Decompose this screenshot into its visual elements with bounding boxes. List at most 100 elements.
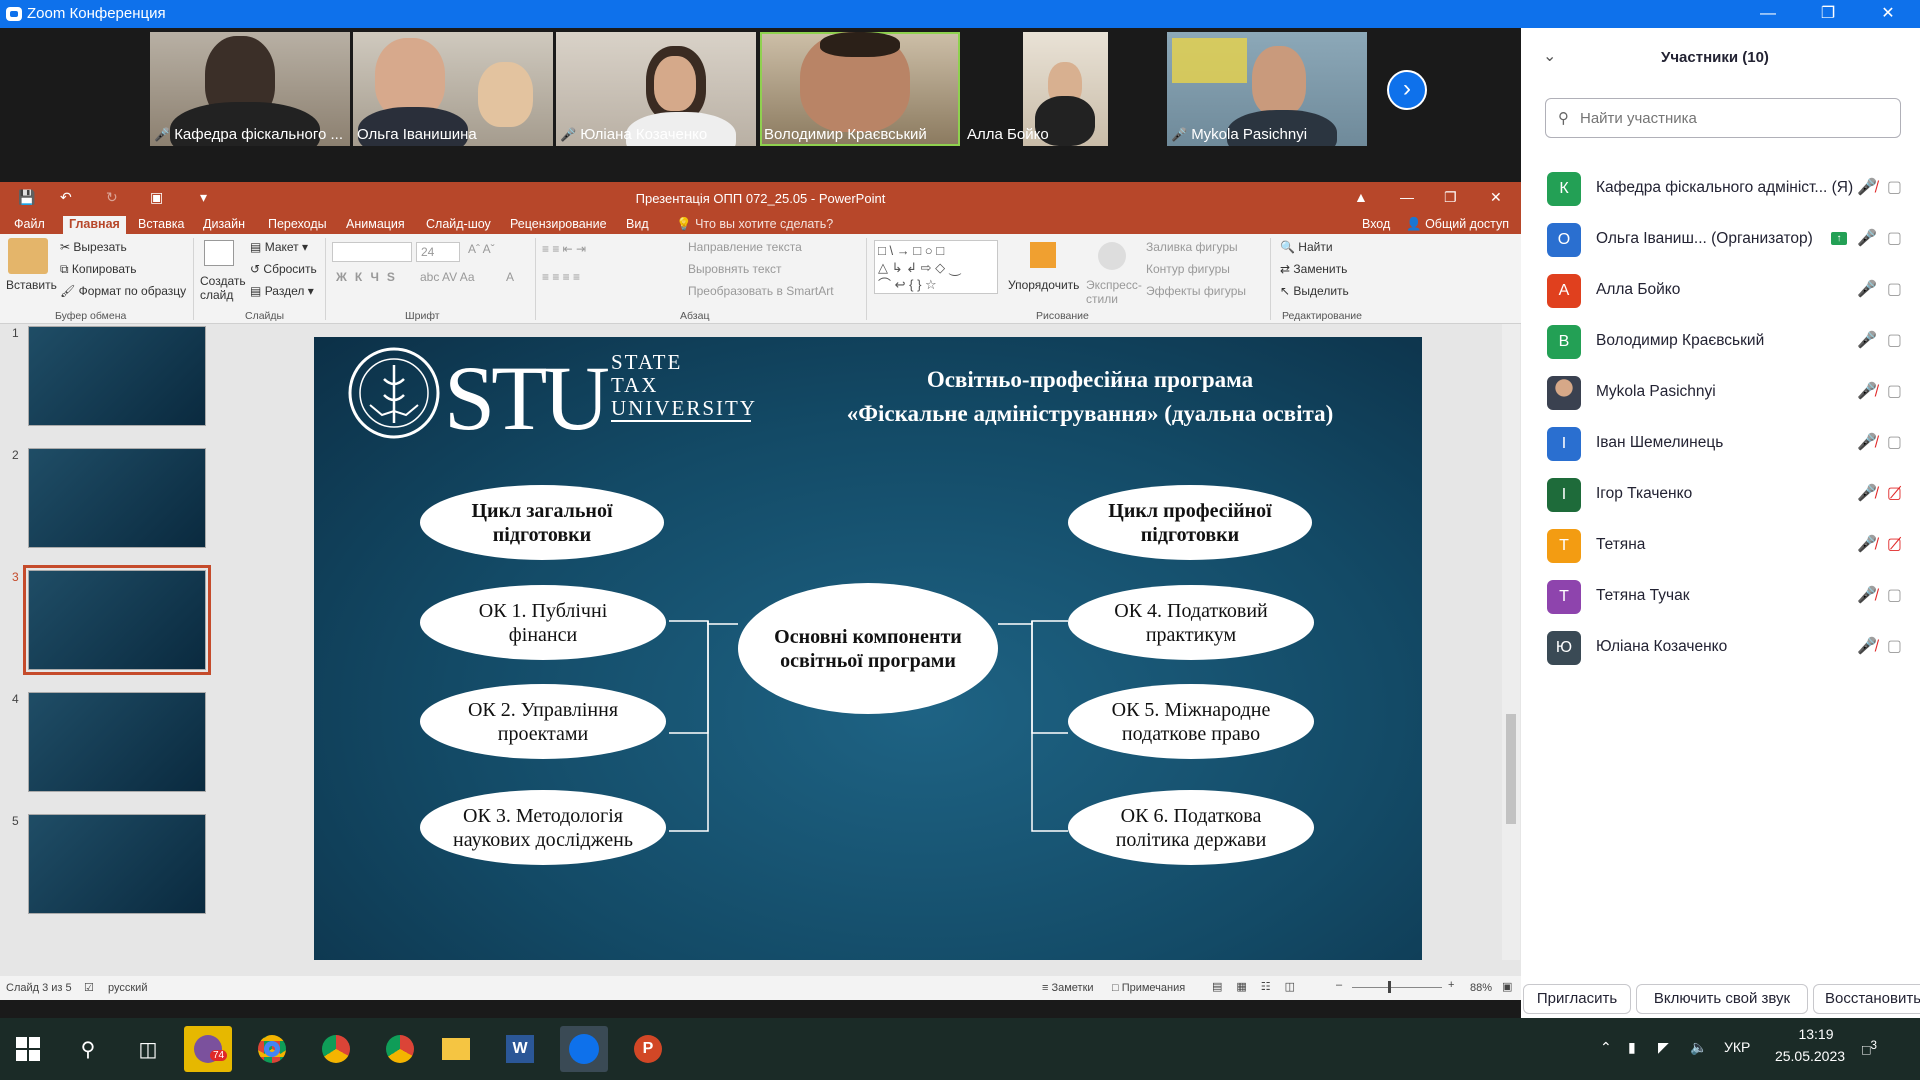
- participant-row[interactable]: Mykola Pasichnyi 🎤̸ ▢: [1521, 367, 1920, 418]
- tab-animation[interactable]: Анимация: [340, 216, 411, 234]
- viber-icon[interactable]: 74: [184, 1026, 232, 1072]
- camera-icon[interactable]: ▢: [1887, 179, 1902, 196]
- task-view-icon[interactable]: ◫: [124, 1026, 172, 1072]
- align-text-button[interactable]: Выровнять текст: [688, 262, 781, 276]
- video-tile-active-speaker[interactable]: Володимир Краєвський: [760, 32, 960, 146]
- video-tile[interactable]: 🎤 Кафедра фіскального ...: [150, 32, 350, 146]
- video-tile[interactable]: 🎤 Mykola Pasichnyi: [1167, 32, 1367, 146]
- clock-date[interactable]: 25.05.2023: [1770, 1048, 1850, 1064]
- video-tile[interactable]: Ольга Іванишина: [353, 32, 553, 146]
- shape-effects-button[interactable]: Эффекты фигуры: [1146, 284, 1246, 298]
- ppt-restore-icon[interactable]: ❐: [1444, 189, 1457, 206]
- file-explorer-icon[interactable]: [432, 1026, 480, 1072]
- align-icons[interactable]: ≡ ≡ ≡ ≡: [542, 270, 580, 284]
- slide-thumbnail[interactable]: [28, 448, 206, 548]
- mic-muted-icon[interactable]: 🎤̸: [1857, 485, 1877, 502]
- vertical-scrollbar[interactable]: [1502, 324, 1520, 960]
- reset-button[interactable]: ↺ Сбросить: [250, 262, 317, 276]
- participant-row[interactable]: Ю Юліана Козаченко 🎤̸ ▢: [1521, 622, 1920, 673]
- wifi-icon[interactable]: ◤: [1658, 1039, 1669, 1056]
- tab-review[interactable]: Рецензирование: [504, 216, 613, 234]
- participant-row[interactable]: К Кафедра фіскального адмініст... (Я) 🎤̸ ▢: [1521, 163, 1920, 214]
- windows-start-icon[interactable]: [4, 1026, 52, 1072]
- font-name-box[interactable]: [332, 242, 412, 262]
- camera-icon[interactable]: ▢: [1887, 383, 1902, 400]
- cut-button[interactable]: ✂ Вырезать: [60, 240, 127, 254]
- tab-transitions[interactable]: Переходы: [262, 216, 333, 234]
- font-case-icon[interactable]: abc AV Aa: [420, 270, 475, 284]
- word-icon[interactable]: W: [496, 1026, 544, 1072]
- tab-insert[interactable]: Вставка: [132, 216, 190, 234]
- slide-thumbnail[interactable]: [28, 326, 206, 426]
- spellcheck-icon[interactable]: ☑: [84, 981, 94, 994]
- share-button[interactable]: 👤 Общий доступ: [1400, 216, 1515, 234]
- participant-row[interactable]: А Алла Бойко 🎤 ▢: [1521, 265, 1920, 316]
- camera-off-icon[interactable]: ▢̸: [1887, 536, 1902, 553]
- zoom-level[interactable]: 88%: [1470, 982, 1492, 994]
- font-color-icon[interactable]: A: [506, 270, 514, 284]
- replace-button[interactable]: ⇄ Заменить: [1280, 262, 1347, 276]
- participant-row[interactable]: І Іван Шемелинець 🎤̸ ▢: [1521, 418, 1920, 469]
- close-icon[interactable]: ✕: [1860, 0, 1916, 28]
- mic-muted-icon[interactable]: 🎤̸: [1857, 638, 1877, 655]
- new-slide-button[interactable]: Создать слайд: [200, 274, 246, 302]
- paste-icon[interactable]: [8, 238, 48, 274]
- tab-file[interactable]: Файл: [8, 216, 51, 234]
- video-tile[interactable]: Алла Бойко: [963, 32, 1163, 146]
- comments-button[interactable]: □ Примечания: [1112, 982, 1185, 994]
- restore-button[interactable]: Восстановить: [1813, 984, 1920, 1014]
- grow-font-icon[interactable]: Aˆ Aˇ: [468, 242, 495, 256]
- participant-search[interactable]: ⚲: [1545, 98, 1901, 138]
- participant-row[interactable]: Т Тетяна Тучак 🎤̸ ▢: [1521, 571, 1920, 622]
- invite-button[interactable]: Пригласить: [1523, 984, 1631, 1014]
- notifications-icon[interactable]: □3: [1862, 1039, 1877, 1058]
- slide-thumbnail-selected[interactable]: [23, 565, 211, 675]
- camera-icon[interactable]: ▢: [1887, 281, 1902, 298]
- quick-styles-icon[interactable]: [1098, 242, 1126, 270]
- mic-muted-icon[interactable]: 🎤̸: [1857, 383, 1877, 400]
- camera-icon[interactable]: ▢: [1887, 230, 1902, 247]
- zoom-slider[interactable]: [1352, 987, 1442, 988]
- find-button[interactable]: 🔍 Найти: [1280, 240, 1333, 254]
- unmute-button[interactable]: Включить свой звук: [1636, 984, 1808, 1014]
- mic-icon[interactable]: 🎤: [1857, 230, 1877, 247]
- zoom-out-icon[interactable]: –: [1336, 979, 1342, 991]
- arrange-button[interactable]: Упорядочить: [1008, 278, 1079, 292]
- zoom-slider-thumb[interactable]: [1388, 981, 1391, 993]
- text-direction-button[interactable]: Направление текста: [688, 240, 802, 254]
- font-size-box[interactable]: 24: [416, 242, 460, 262]
- format-painter-button[interactable]: 🖌 Формат по образцу: [60, 284, 186, 298]
- font-style-buttons[interactable]: ЖКЧS: [336, 270, 403, 284]
- view-buttons[interactable]: ▤▦☷◫: [1212, 980, 1309, 993]
- camera-icon[interactable]: ▢: [1887, 434, 1902, 451]
- language-label[interactable]: русский: [108, 982, 147, 994]
- slide-thumbnail[interactable]: [28, 814, 206, 914]
- shape-outline-button[interactable]: Контур фигуры: [1146, 262, 1230, 276]
- show-hidden-icons[interactable]: ⌃: [1600, 1039, 1612, 1056]
- select-button[interactable]: ↖ Выделить: [1280, 284, 1349, 298]
- participant-row[interactable]: Т Тетяна 🎤̸ ▢̸: [1521, 520, 1920, 571]
- camera-icon[interactable]: ▢: [1887, 638, 1902, 655]
- paste-button[interactable]: Вставить: [6, 278, 57, 292]
- battery-icon[interactable]: ▮: [1628, 1039, 1636, 1056]
- camera-icon[interactable]: ▢: [1887, 332, 1902, 349]
- search-icon[interactable]: ⚲: [64, 1026, 112, 1072]
- quick-styles-button[interactable]: Экспресс-стили: [1086, 278, 1142, 306]
- slide-thumbnail[interactable]: [28, 692, 206, 792]
- tab-design[interactable]: Дизайн: [197, 216, 251, 234]
- shapes-gallery[interactable]: □ \ → □ ○ □ △ ↳ ↲ ⇨ ◇ ⏝ ⌒ ↩ { } ☆: [874, 240, 998, 294]
- ribbon-display-icon[interactable]: ▲: [1354, 189, 1368, 205]
- search-input[interactable]: [1580, 107, 1880, 129]
- bullets-icon[interactable]: ≡ ≡ ⇤ ⇥: [542, 242, 586, 256]
- mic-muted-icon[interactable]: 🎤̸: [1857, 179, 1877, 196]
- minimize-icon[interactable]: —: [1740, 0, 1796, 28]
- mic-muted-icon[interactable]: 🎤̸: [1857, 536, 1877, 553]
- tell-me-box[interactable]: 💡 Что вы хотите сделать?: [670, 216, 839, 234]
- maximize-icon[interactable]: ❐: [1800, 0, 1856, 28]
- volume-icon[interactable]: 🔈: [1690, 1039, 1707, 1056]
- collapse-chevron-icon[interactable]: ⌄: [1543, 46, 1556, 66]
- slide-canvas[interactable]: STU STATE TAX UNIVERSITY Освітньо-профес…: [314, 337, 1422, 960]
- scroll-thumb[interactable]: [1506, 714, 1516, 824]
- participant-row[interactable]: О Ольга Іваниш... (Организатор) ↑ 🎤 ▢: [1521, 214, 1920, 265]
- smartart-button[interactable]: Преобразовать в SmartArt: [688, 284, 834, 298]
